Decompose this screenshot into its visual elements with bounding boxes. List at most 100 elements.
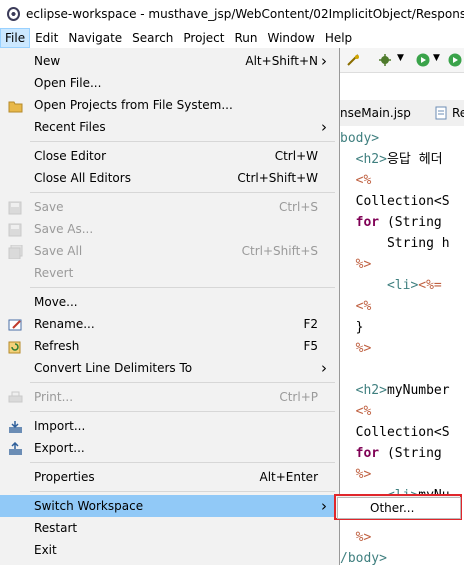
menu-item-shortcut: Alt+Shift+N	[245, 54, 318, 68]
chevron-down-icon[interactable]: ▼	[433, 53, 440, 63]
toolbar: ▼ ▼	[340, 48, 464, 73]
chevron-right-icon: ›	[321, 52, 327, 70]
code-line: %>	[355, 467, 372, 482]
menu-item-shortcut: Ctrl+Shift+S	[241, 244, 318, 258]
menu-item-new[interactable]: New Alt+Shift+N ›	[0, 50, 339, 72]
menu-item-shortcut: Ctrl+W	[274, 149, 318, 163]
code-line: %>	[355, 257, 372, 272]
save-as-icon	[8, 222, 23, 237]
menu-item-close-editor[interactable]: Close Editor Ctrl+W	[0, 145, 339, 167]
menu-item-label: Convert Line Delimiters To	[34, 361, 193, 375]
code-line: String h	[340, 236, 450, 251]
menu-item-shortcut: Ctrl+S	[278, 200, 318, 214]
code-line: %>	[355, 341, 372, 356]
code-line: <%	[355, 299, 372, 314]
chevron-right-icon: ›	[321, 359, 327, 377]
menu-item-convert-line-delimiters-to[interactable]: Convert Line Delimiters To ›	[0, 357, 339, 379]
menu-separator	[30, 192, 335, 193]
menu-item-shortcut: Ctrl+P	[279, 390, 318, 404]
chevron-right-icon: ›	[321, 497, 327, 515]
export-icon	[8, 441, 23, 455]
menu-item-label: Switch Workspace	[34, 499, 144, 513]
menu-item-save-all[interactable]: Save All Ctrl+Shift+S	[0, 240, 339, 262]
menu-separator	[30, 382, 335, 383]
window-title: eclipse-workspace - musthave_jsp/WebCont…	[26, 7, 464, 21]
menu-item-label: Revert	[34, 266, 74, 280]
other-workspace-label: Other...	[370, 501, 415, 515]
chevron-down-icon[interactable]: ▼	[397, 53, 404, 63]
menu-item-label: Open File...	[34, 76, 102, 90]
menu-item-shortcut: F5	[303, 339, 318, 353]
menu-item-save[interactable]: Save Ctrl+S	[0, 196, 339, 218]
menu-item-label: Move...	[34, 295, 78, 309]
jsp-file-icon	[435, 106, 447, 120]
menu-item-rename[interactable]: Rename... F2	[0, 313, 339, 335]
menu-item-label: Restart	[34, 521, 78, 535]
menu-item-print[interactable]: Print... Ctrl+P	[0, 386, 339, 408]
menubar-run[interactable]: Run	[229, 28, 262, 48]
menu-item-refresh[interactable]: Refresh F5	[0, 335, 339, 357]
refresh-icon	[8, 339, 23, 354]
menu-item-shortcut: Alt+Enter	[259, 470, 318, 484]
menu-item-import[interactable]: Import...	[0, 415, 339, 437]
menu-item-export[interactable]: Export...	[0, 437, 339, 459]
menu-separator	[30, 491, 335, 492]
code-line: for (String	[355, 215, 442, 230]
menu-item-label: Close All Editors	[34, 171, 131, 185]
menu-item-restart[interactable]: Restart	[0, 517, 339, 539]
run-config-icon[interactable]	[346, 53, 360, 67]
code-line: body>	[340, 131, 380, 146]
menu-item-open-file[interactable]: Open File...	[0, 72, 339, 94]
menu-item-properties[interactable]: Properties Alt+Enter	[0, 466, 339, 488]
tab-response-main[interactable]: nseMain.jsp	[340, 100, 411, 126]
code-line: <%	[355, 404, 372, 419]
menu-item-label: New	[34, 54, 61, 68]
menu-item-shortcut: F2	[303, 317, 318, 331]
menubar-file[interactable]: File	[0, 28, 31, 48]
code-line: %>	[355, 530, 372, 545]
menu-item-label: Save	[34, 200, 64, 214]
menu-item-switch-workspace[interactable]: Switch Workspace ›	[0, 495, 339, 517]
menu-item-label: Exit	[34, 543, 57, 557]
save-icon	[8, 200, 23, 215]
menu-item-move[interactable]: Move...	[0, 291, 339, 313]
switch-workspace-submenu: Other...	[334, 494, 462, 520]
menubar-project[interactable]: Project	[178, 28, 229, 48]
menu-bar: File Edit Navigate Search Project Run Window He…	[0, 28, 464, 48]
menu-item-label: Import...	[34, 419, 86, 433]
menu-item-label: Properties	[34, 470, 95, 484]
menubar-search[interactable]: Search	[127, 28, 178, 48]
menu-item-recent-files[interactable]: Recent Files ›	[0, 116, 339, 138]
menubar-window[interactable]: Window	[262, 28, 319, 48]
menu-item-label: Recent Files	[34, 120, 106, 134]
menubar-help[interactable]: Help	[320, 28, 357, 48]
code-line: <li><%=	[386, 278, 442, 293]
menu-item-revert[interactable]: Revert	[0, 262, 339, 284]
menu-item-label: Export...	[34, 441, 85, 455]
file-menu: New Alt+Shift+N › Open File... Open Projects…	[0, 48, 340, 565]
menu-separator	[30, 411, 335, 412]
menu-item-label: Close Editor	[34, 149, 107, 163]
menubar-navigate[interactable]: Navigate	[63, 28, 127, 48]
menu-item-shortcut: Ctrl+Shift+W	[237, 171, 318, 185]
run-icon[interactable]	[416, 53, 430, 67]
code-line: <%	[355, 173, 372, 188]
tab-response-header[interactable]: Re	[452, 100, 464, 126]
other-workspace-item[interactable]: Other...	[337, 497, 461, 519]
save-all-icon	[8, 244, 23, 260]
menu-item-save-as[interactable]: Save As...	[0, 218, 339, 240]
code-line: <h2>응답 헤더	[355, 152, 443, 167]
debug-icon[interactable]	[378, 53, 392, 67]
menubar-edit[interactable]: Edit	[30, 28, 63, 48]
menu-separator	[30, 141, 335, 142]
menu-separator	[30, 287, 335, 288]
code-line: Collection<S	[340, 425, 450, 440]
menu-item-label: Print...	[34, 390, 74, 404]
import-icon	[8, 419, 23, 433]
menu-item-exit[interactable]: Exit	[0, 539, 339, 561]
external-tools-icon[interactable]	[448, 53, 462, 67]
menu-item-open-projects-from-file-system[interactable]: Open Projects from File System...	[0, 94, 339, 116]
menu-item-close-all-editors[interactable]: Close All Editors Ctrl+Shift+W	[0, 167, 339, 189]
menu-item-label: Save As...	[34, 222, 94, 236]
print-icon	[8, 390, 23, 404]
